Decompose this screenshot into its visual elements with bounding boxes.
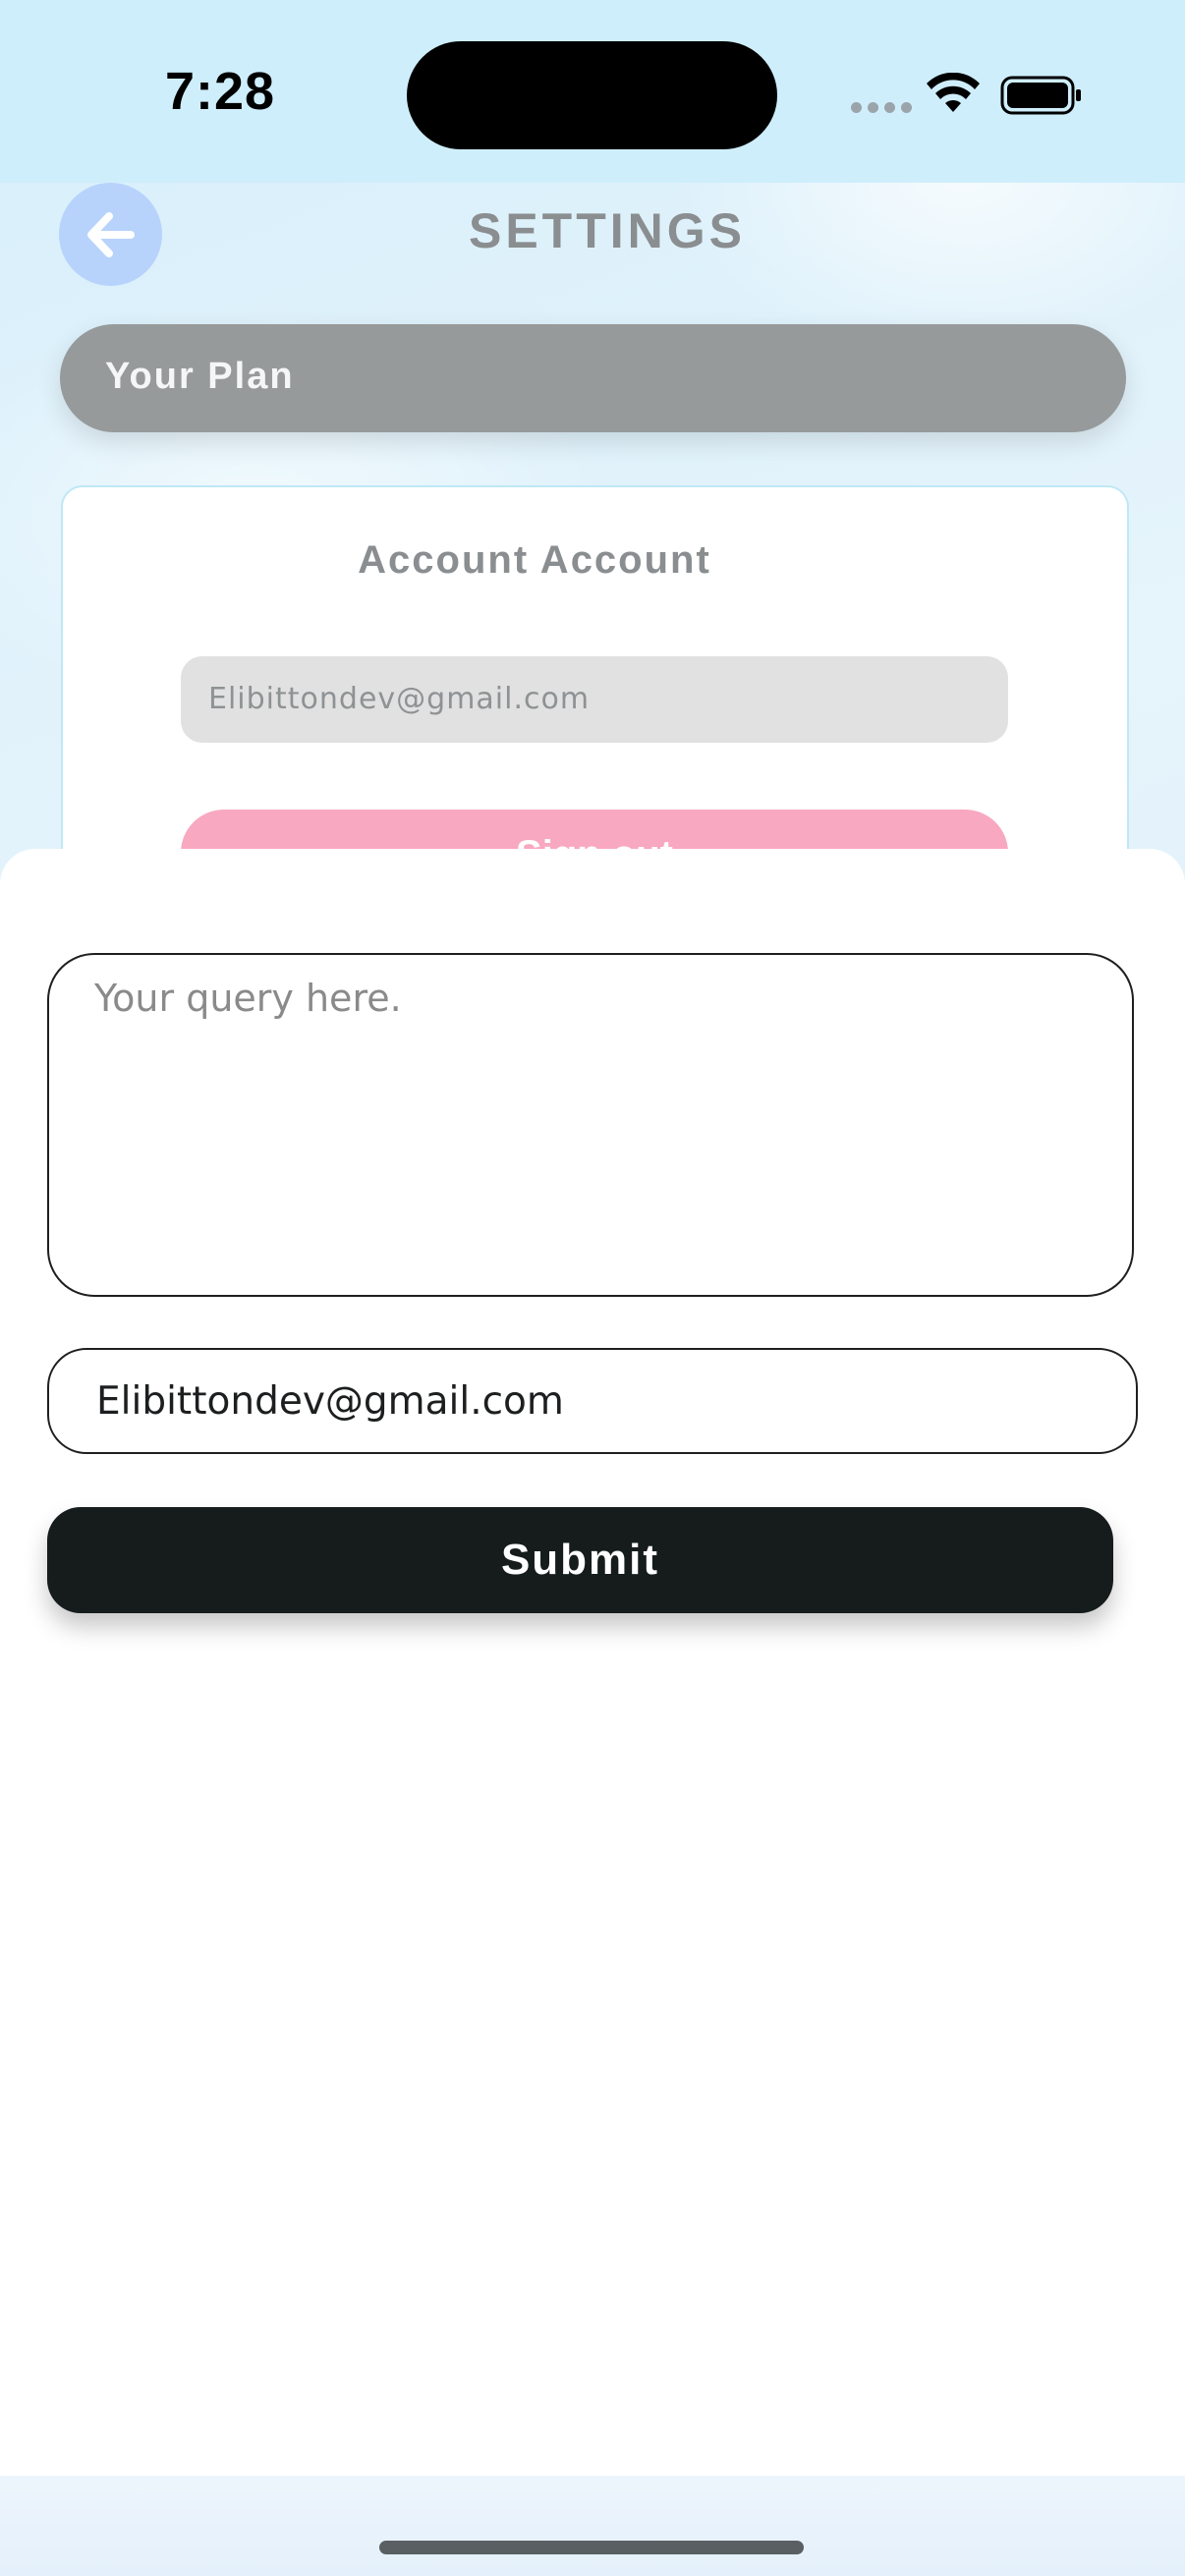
your-plan-button[interactable]: Your Plan — [60, 324, 1126, 432]
submit-button[interactable]: Submit — [47, 1507, 1113, 1613]
query-textarea[interactable] — [47, 953, 1134, 1297]
email-input[interactable] — [47, 1348, 1138, 1454]
account-card: Account Account Elibittondev@gmail.com S… — [61, 485, 1129, 908]
contact-sheet: Submit — [0, 849, 1185, 2476]
page-title: SETTINGS — [468, 203, 747, 258]
account-email-field: Elibittondev@gmail.com — [181, 656, 1008, 743]
account-email-text: Elibittondev@gmail.com — [208, 682, 591, 716]
battery-icon — [1000, 76, 1081, 115]
dynamic-island — [407, 41, 777, 149]
your-plan-label: Your Plan — [105, 356, 295, 397]
status-time: 7:28 — [165, 62, 276, 121]
cellular-signal-icon — [851, 102, 912, 113]
bottom-safe-area — [0, 2476, 1185, 2576]
status-bar: 7:28 — [0, 0, 1185, 183]
account-card-title: Account Account — [358, 538, 711, 582]
wifi-icon — [927, 73, 980, 112]
home-indicator[interactable] — [379, 2541, 804, 2554]
